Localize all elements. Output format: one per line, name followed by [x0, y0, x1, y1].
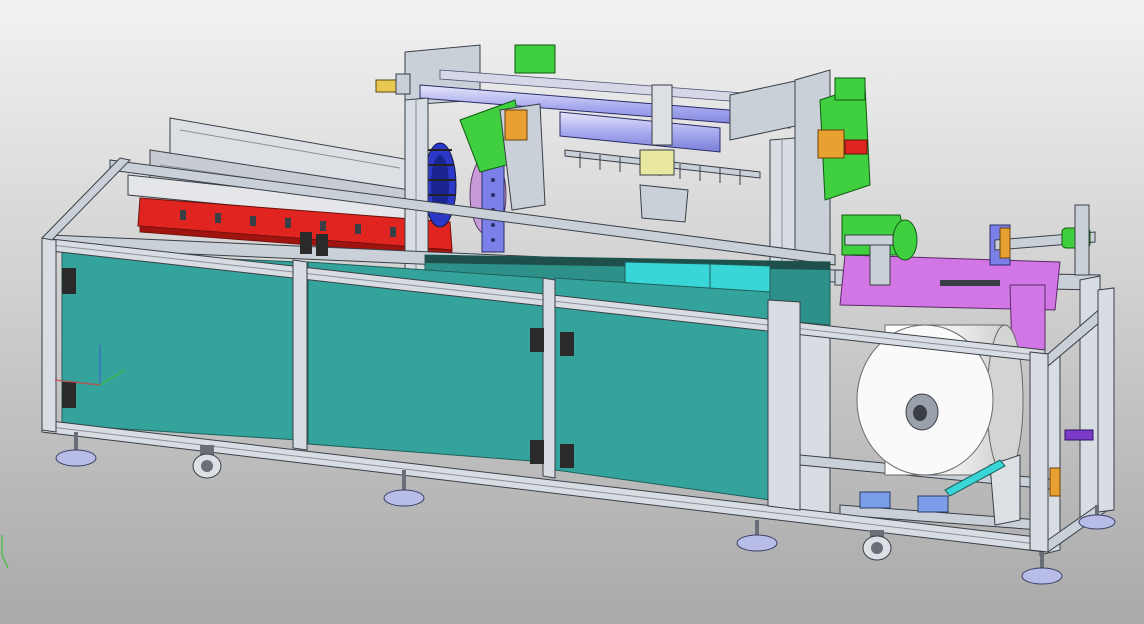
- cad-model-render: [0, 0, 1144, 624]
- cad-viewport[interactable]: [0, 0, 1144, 624]
- front-panel-left: [61, 251, 299, 441]
